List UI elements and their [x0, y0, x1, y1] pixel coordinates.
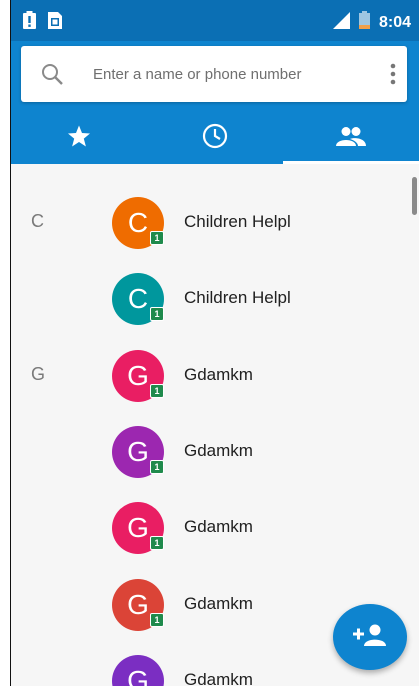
contact-row[interactable]: C C 1 Children Helpl	[11, 185, 419, 261]
search-input[interactable]	[93, 60, 363, 88]
clock-icon	[202, 123, 228, 154]
status-time: 8:04	[378, 13, 411, 31]
signal-icon	[332, 11, 350, 34]
contact-row[interactable]: G G 1 Gdamkm	[11, 338, 419, 414]
contact-name: Gdamkm	[184, 594, 253, 613]
search-icon	[41, 63, 63, 90]
contact-name: Gdamkm	[184, 441, 253, 460]
contact-name: Gdamkm	[184, 517, 253, 536]
tab-contacts[interactable]	[283, 113, 419, 164]
left-edge-line	[10, 0, 11, 686]
star-icon	[67, 124, 91, 153]
sim-badge-icon: 1	[150, 536, 164, 550]
tab-bar	[11, 113, 419, 164]
more-options-icon[interactable]	[389, 62, 397, 86]
tab-recents[interactable]	[147, 113, 283, 164]
contact-name: Gdamkm	[184, 670, 253, 686]
add-person-icon	[353, 624, 387, 651]
sim-badge-icon: 1	[150, 307, 164, 321]
phone-screen: 8:04 Enter a name or phone number C C 1 …	[0, 0, 419, 686]
contact-name: Children Helpl	[184, 212, 291, 231]
people-icon	[336, 126, 366, 151]
sim-badge-icon: 1	[150, 384, 164, 398]
sim-badge-icon: 1	[150, 231, 164, 245]
tab-favorites[interactable]	[11, 113, 147, 164]
battery-icon	[358, 11, 370, 34]
search-bar[interactable]	[21, 46, 407, 102]
contact-row[interactable]: C 1 Children Helpl	[11, 261, 419, 337]
sim-badge-icon: 1	[150, 460, 164, 474]
section-header-letter: G	[31, 364, 46, 384]
contact-row[interactable]: G 1 Gdamkm	[11, 414, 419, 490]
contact-row[interactable]: G 1 Gdamkm	[11, 490, 419, 566]
sim-card-icon	[48, 11, 62, 34]
sim-badge-icon: 1	[150, 613, 164, 627]
section-header-letter: C	[31, 211, 44, 231]
contact-name: Children Helpl	[184, 288, 291, 307]
contact-name: Gdamkm	[184, 365, 253, 384]
add-contact-button[interactable]	[333, 604, 407, 670]
contact-avatar: G	[112, 655, 164, 686]
status-bar: 8:04	[11, 0, 419, 41]
app-header	[11, 41, 419, 164]
alert-icon	[23, 11, 36, 34]
scrollbar[interactable]	[412, 177, 417, 215]
